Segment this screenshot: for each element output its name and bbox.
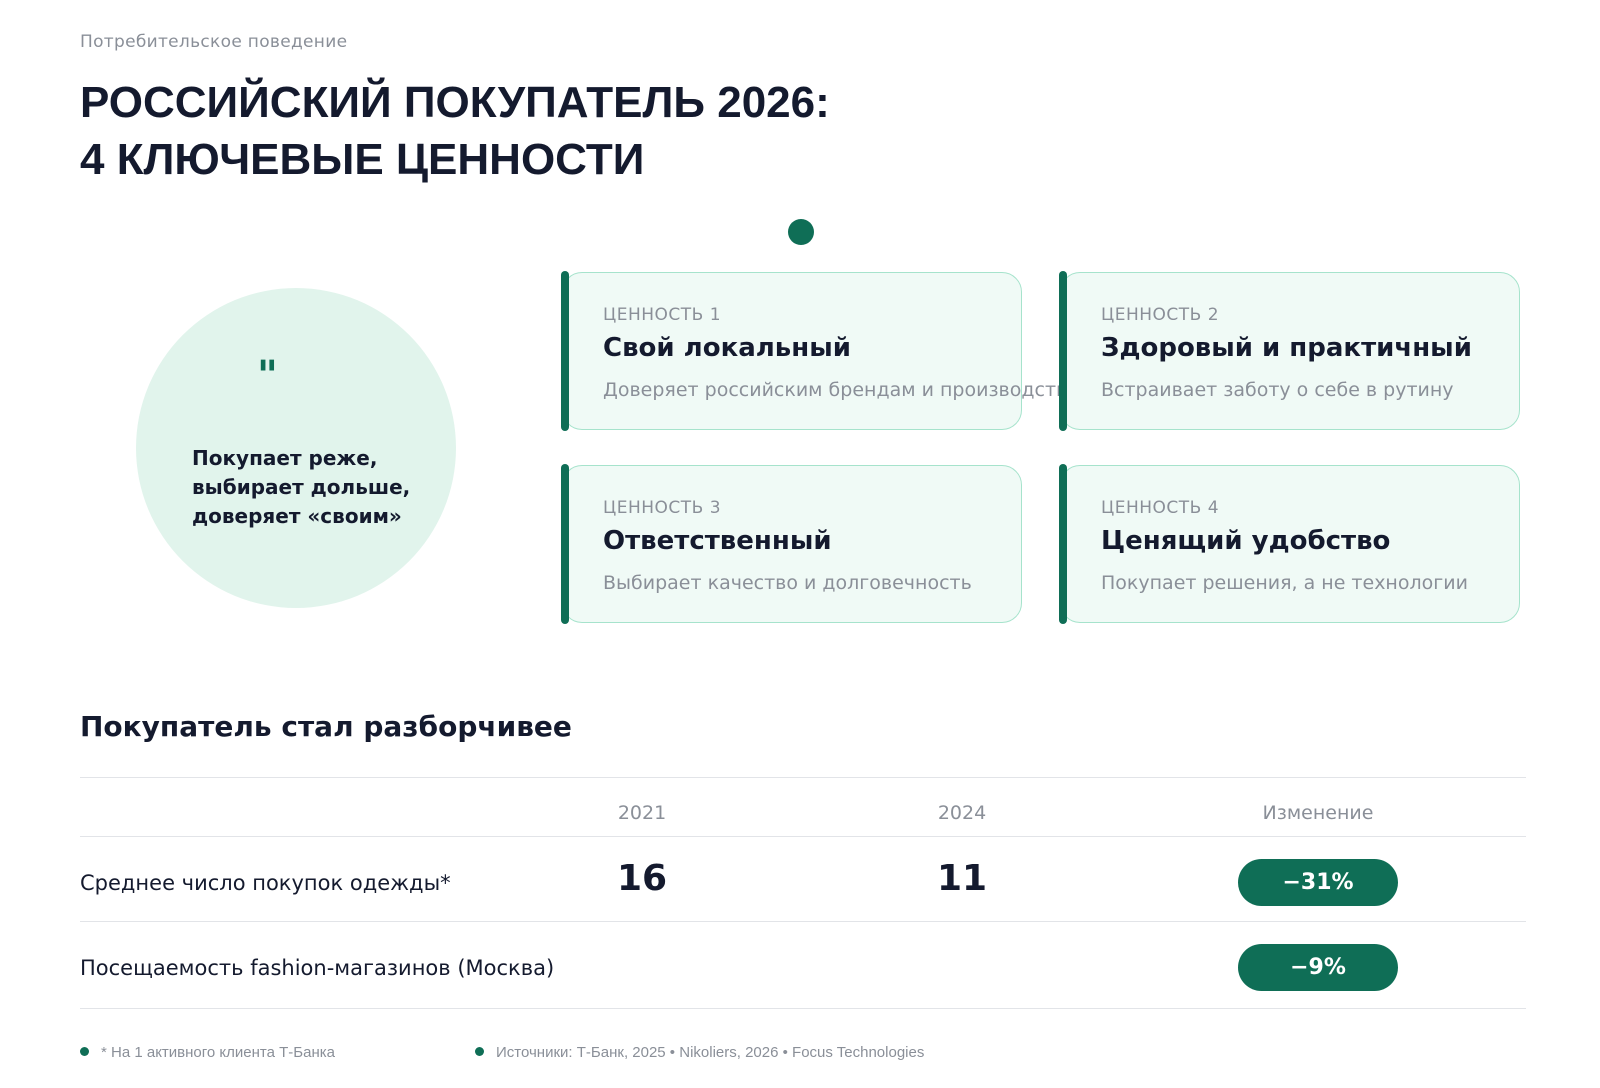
value-card-4: ЦЕННОСТЬ 4 Ценящий удобство Покупает реш… bbox=[1059, 464, 1520, 624]
sources-text: Источники: Т-Банк, 2025 • Nikoliers, 202… bbox=[496, 1044, 925, 1061]
quote-text: Покупает реже, выбирает дольше, доверяет… bbox=[192, 446, 411, 528]
value-label: ЦЕННОСТЬ 2 bbox=[1101, 305, 1220, 325]
value-2024-purchases: 11 bbox=[936, 858, 988, 899]
value-name: Здоровый и практичный bbox=[1101, 333, 1472, 363]
bullet-dot-icon bbox=[475, 1047, 484, 1056]
value-name: Свой локальный bbox=[603, 333, 851, 363]
table-divider-header bbox=[80, 836, 1526, 837]
eyebrow-category: Потребительское поведение bbox=[80, 32, 348, 52]
card-accent-bar bbox=[1059, 464, 1067, 624]
card-accent-bar bbox=[1059, 271, 1067, 431]
value-card-1: ЦЕННОСТЬ 1 Свой локальный Доверяет росси… bbox=[561, 271, 1078, 431]
value-name: Ценящий удобство bbox=[1101, 526, 1391, 556]
quote-mark-icon: " bbox=[257, 353, 278, 399]
quote-circle: " Покупает реже, выбирает дольше, доверя… bbox=[136, 288, 456, 608]
change-badge-purchases: −31% bbox=[1238, 859, 1398, 906]
column-header-change: Изменение bbox=[1262, 802, 1374, 824]
value-card-3: ЦЕННОСТЬ 3 Ответственный Выбирает качест… bbox=[561, 464, 1022, 624]
column-header-2021: 2021 bbox=[617, 802, 667, 824]
change-badge-traffic: −9% bbox=[1238, 944, 1398, 991]
card-accent-bar bbox=[561, 464, 569, 624]
value-description: Встраивает заботу о себе в рутину bbox=[1101, 379, 1454, 401]
row-label-traffic: Посещаемость fashion-магазинов (Москва) bbox=[80, 956, 555, 980]
card-accent-bar bbox=[561, 271, 569, 431]
footnote-text: * На 1 активного клиента Т-Банка bbox=[101, 1044, 335, 1061]
bullet-dot-icon bbox=[80, 1047, 89, 1056]
footnote: * На 1 активного клиента Т-Банка bbox=[80, 1044, 335, 1061]
title-line-2: 4 КЛЮЧЕВЫЕ ЦЕННОСТИ bbox=[80, 135, 645, 184]
value-card-2: ЦЕННОСТЬ 2 Здоровый и практичный Встраив… bbox=[1059, 271, 1520, 431]
table-title: Покупатель стал разборчивее bbox=[80, 710, 572, 743]
sources-note: Источники: Т-Банк, 2025 • Nikoliers, 202… bbox=[475, 1044, 924, 1061]
table-divider-row1 bbox=[80, 921, 1526, 922]
value-description: Выбирает качество и долговечность bbox=[603, 572, 972, 594]
column-header-2024: 2024 bbox=[937, 802, 987, 824]
row-label-purchases: Среднее число покупок одежды* bbox=[80, 871, 451, 895]
table-divider-top bbox=[80, 777, 1526, 778]
title-line-1: РОССИЙСКИЙ ПОКУПАТЕЛЬ 2026: bbox=[80, 78, 830, 127]
accent-dot bbox=[788, 219, 814, 245]
value-name: Ответственный bbox=[603, 526, 832, 556]
value-description: Доверяет российским брендам и производст… bbox=[603, 379, 1079, 401]
table-divider-bottom bbox=[80, 1008, 1526, 1009]
value-2021-purchases: 16 bbox=[616, 858, 668, 899]
page-title: РОССИЙСКИЙ ПОКУПАТЕЛЬ 2026: 4 КЛЮЧЕВЫЕ Ц… bbox=[80, 74, 830, 188]
value-label: ЦЕННОСТЬ 3 bbox=[603, 498, 722, 518]
value-label: ЦЕННОСТЬ 4 bbox=[1101, 498, 1220, 518]
value-description: Покупает решения, а не технологии bbox=[1101, 572, 1468, 594]
value-label: ЦЕННОСТЬ 1 bbox=[603, 305, 722, 325]
slide: Потребительское поведение РОССИЙСКИЙ ПОК… bbox=[0, 0, 1600, 1088]
